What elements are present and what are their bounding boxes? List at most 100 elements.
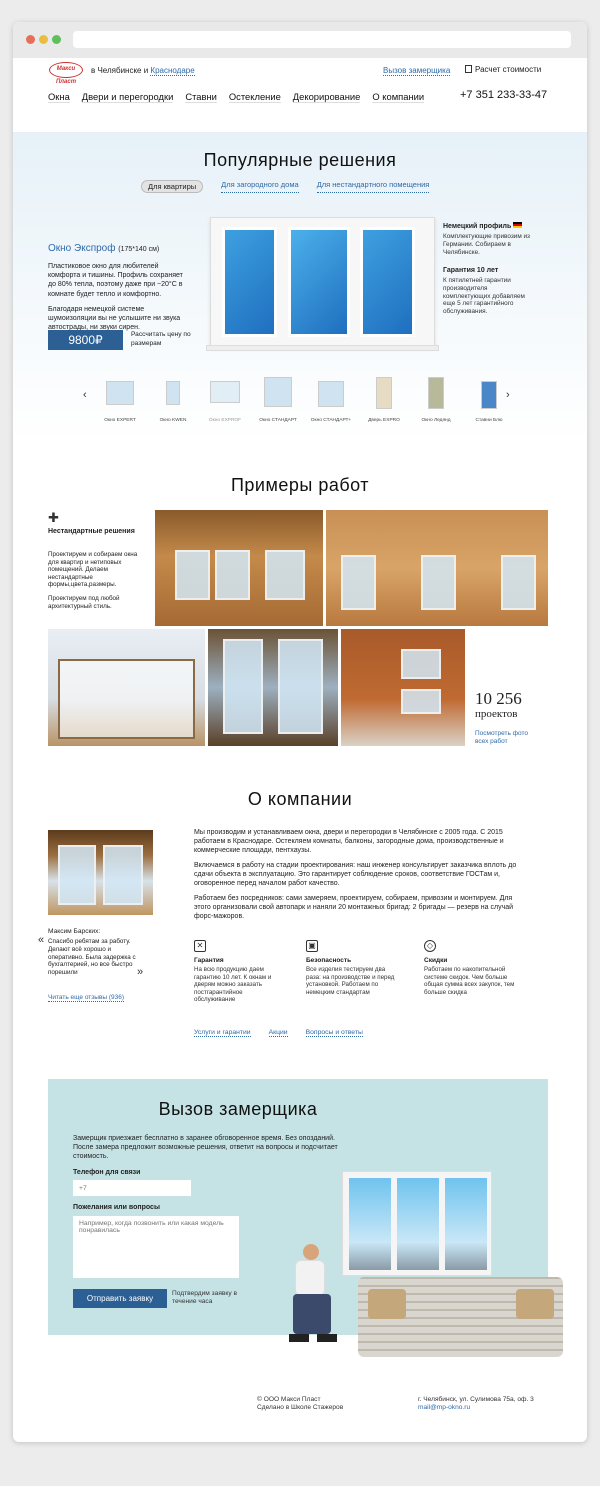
popular-title: Популярные решения xyxy=(203,150,397,170)
carousel-item[interactable]: Окно EXPROF xyxy=(200,377,250,423)
warranty-block: ✕ Гарантия На всю продукцию даем гаранти… xyxy=(194,940,284,1004)
about-text: Мы производим и устанавливаем окна, двер… xyxy=(194,828,530,921)
address-bar[interactable] xyxy=(73,31,571,48)
carousel-item[interactable]: Окно СТАНДАРТ xyxy=(253,377,303,423)
carousel-item[interactable]: Дверь EXPRO xyxy=(359,377,409,423)
calc-cost-link[interactable]: Расчет стоимости xyxy=(465,65,541,74)
product-name: Окно Экспроф (175*140 см) xyxy=(48,243,159,254)
review-author: Максим Барских: xyxy=(48,928,101,935)
close-dot-icon[interactable] xyxy=(26,35,35,44)
feature-german-profile: Немецкий профиль Комплектующие привозим … xyxy=(443,222,538,256)
feature1-text: Комплектующие привозим из Германии. Соби… xyxy=(443,233,530,256)
projects-count: 10 256 xyxy=(475,689,522,708)
footer-right: г. Челябинск, ул. Сулимова 75а, оф. 3 ma… xyxy=(418,1396,534,1413)
nav-item-windows[interactable]: Окна xyxy=(48,91,70,103)
lock-icon: ▣ xyxy=(306,940,318,952)
works-side-title: Нестандартные решения xyxy=(48,528,135,535)
warranty-title: Гарантия xyxy=(194,957,224,964)
warranty-text: На всю продукцию даем гарантию 10 лет. К… xyxy=(194,966,272,1004)
works-title: Примеры работ xyxy=(230,475,370,495)
promo-link[interactable]: Акции xyxy=(268,1029,288,1037)
safety-block: ▣ Безопасность Все изделия тестируем два… xyxy=(306,940,401,996)
quote-open-icon: « xyxy=(38,934,45,946)
about-p2: Включаемся в работу на стадии проектиров… xyxy=(194,862,517,887)
carousel-item[interactable]: Ставни Блю xyxy=(464,377,514,423)
feature-warranty: Гарантия 10 лет К пятилетней гарантии пр… xyxy=(443,267,533,316)
carousel-item[interactable]: Окно KWEN xyxy=(148,377,198,423)
wish-textarea[interactable] xyxy=(73,1216,239,1278)
product-title: Окно Экспроф xyxy=(48,243,116,254)
tools-icon: ✕ xyxy=(194,940,206,952)
nav-item-glazing[interactable]: Остекление xyxy=(228,91,281,103)
carousel-item[interactable]: Окно СТАНДАРТ+ xyxy=(306,377,356,423)
header-phone[interactable]: +7 351 233-33-47 xyxy=(460,89,547,101)
carousel-item[interactable]: Окно EXPERT xyxy=(95,377,145,423)
safety-title: Безопасность xyxy=(306,957,352,964)
maximize-dot-icon[interactable] xyxy=(52,35,61,44)
about-title: О компании xyxy=(247,789,353,809)
carousel-item[interactable]: Окно Ледянд xyxy=(411,377,461,423)
footer-email[interactable]: mail@mp-okno.ru xyxy=(418,1404,534,1412)
measurer-form: Вызов замерщика Замерщик приезжает беспл… xyxy=(48,1079,563,1357)
discounts-text: Работаем по накопительной системе скидок… xyxy=(424,966,515,996)
review-text: Спасибо ребятам за работу. Делают всё хо… xyxy=(48,938,136,977)
work-photo-5[interactable] xyxy=(341,629,465,746)
calculator-icon xyxy=(465,65,472,73)
price-button[interactable]: 9800₽ xyxy=(48,330,123,350)
german-flag-icon xyxy=(513,222,523,228)
work-photo-4[interactable] xyxy=(208,629,338,746)
wish-label: Пожелания или вопросы xyxy=(73,1204,160,1211)
popular-tabs: Для квартиры Для загородного дома Для не… xyxy=(141,180,430,193)
city-link[interactable]: Краснодаре xyxy=(150,66,195,76)
calc-cost-label: Расчет стоимости xyxy=(475,65,542,74)
about-photo xyxy=(48,830,153,915)
tab-apartment[interactable]: Для квартиры xyxy=(141,180,204,193)
faq-link[interactable]: Вопросы и ответы xyxy=(305,1029,363,1037)
browser-chrome xyxy=(13,22,587,58)
works-side-text2: Проектируем под любой архитектурный стил… xyxy=(48,595,120,610)
product-desc-1: Пластиковое окно для любителей комфорта … xyxy=(48,263,183,298)
footer-left: © ООО Макси Пласт Сделано в Школе Стажер… xyxy=(257,1396,343,1413)
nav-item-about[interactable]: О компании xyxy=(372,91,425,103)
minimize-dot-icon[interactable] xyxy=(39,35,48,44)
product-desc-2: Благодаря немецкой системе шумоизоляции … xyxy=(48,306,181,332)
price-calc-link[interactable]: Рассчитать цену по размерам xyxy=(131,331,193,348)
logo[interactable]: Макси Пласт xyxy=(49,62,83,85)
services-link[interactable]: Услуги и гарантии xyxy=(194,1029,251,1037)
phone-label: Телефон для связи xyxy=(73,1169,141,1176)
nav-item-doors[interactable]: Двери и перегородки xyxy=(81,91,174,103)
product-size: (175*140 см) xyxy=(118,246,160,253)
footer-company: © ООО Макси Пласт xyxy=(257,1396,321,1403)
all-works-link[interactable]: Посмотреть фото всех работ xyxy=(475,730,540,746)
projects-label: проектов xyxy=(475,708,518,720)
browser-window: Макси Пласт в Челябинске и Краснодаре Вы… xyxy=(13,22,587,1442)
submit-button[interactable]: Отправить заявку xyxy=(73,1289,167,1308)
tab-nonstandard[interactable]: Для нестандартного помещения xyxy=(316,180,430,193)
about-links: Услуги и гарантии Акции Вопросы и ответы xyxy=(194,1029,363,1037)
discounts-title: Скидки xyxy=(424,957,448,964)
quote-close-icon[interactable]: » xyxy=(137,966,143,978)
form-title: Вызов замерщика xyxy=(158,1099,318,1119)
about-p1: Мы производим и устанавливаем окна, двер… xyxy=(194,829,504,854)
city-prefix: в Челябинске и xyxy=(91,66,149,75)
main-nav: Окна Двери и перегородки Ставни Остеклен… xyxy=(48,91,425,103)
feature1-title: Немецкий профиль xyxy=(443,223,512,230)
call-measurer-link[interactable]: Вызов замерщика xyxy=(383,66,451,76)
about-p3: Работаем без посредников: сами замеряем,… xyxy=(194,895,514,920)
window-product-image xyxy=(206,217,439,352)
footer-made[interactable]: Сделано в Школе Стажеров xyxy=(257,1404,343,1412)
tab-country-house[interactable]: Для загородного дома xyxy=(221,180,299,193)
work-photo-1[interactable] xyxy=(155,510,323,626)
nav-item-shutters[interactable]: Ставни xyxy=(185,91,217,103)
footer-address: г. Челябинск, ул. Сулимова 75а, оф. 3 xyxy=(418,1396,534,1403)
form-window-image xyxy=(342,1171,492,1276)
sofa-image xyxy=(358,1277,563,1357)
phone-input[interactable] xyxy=(73,1180,191,1196)
submit-note: Подтвердим заявку в течение часа xyxy=(172,1290,237,1305)
works-side-text1: Проектируем и собираем окна для квартир … xyxy=(48,551,138,589)
nav-item-decor[interactable]: Декорирование xyxy=(292,91,361,103)
work-photo-2[interactable] xyxy=(326,510,548,626)
discounts-block: ◇ Скидки Работаем по накопительной систе… xyxy=(424,940,524,996)
more-reviews-link[interactable]: Читать еще отзывы (936) xyxy=(48,994,125,1002)
work-photo-3[interactable] xyxy=(48,629,205,746)
